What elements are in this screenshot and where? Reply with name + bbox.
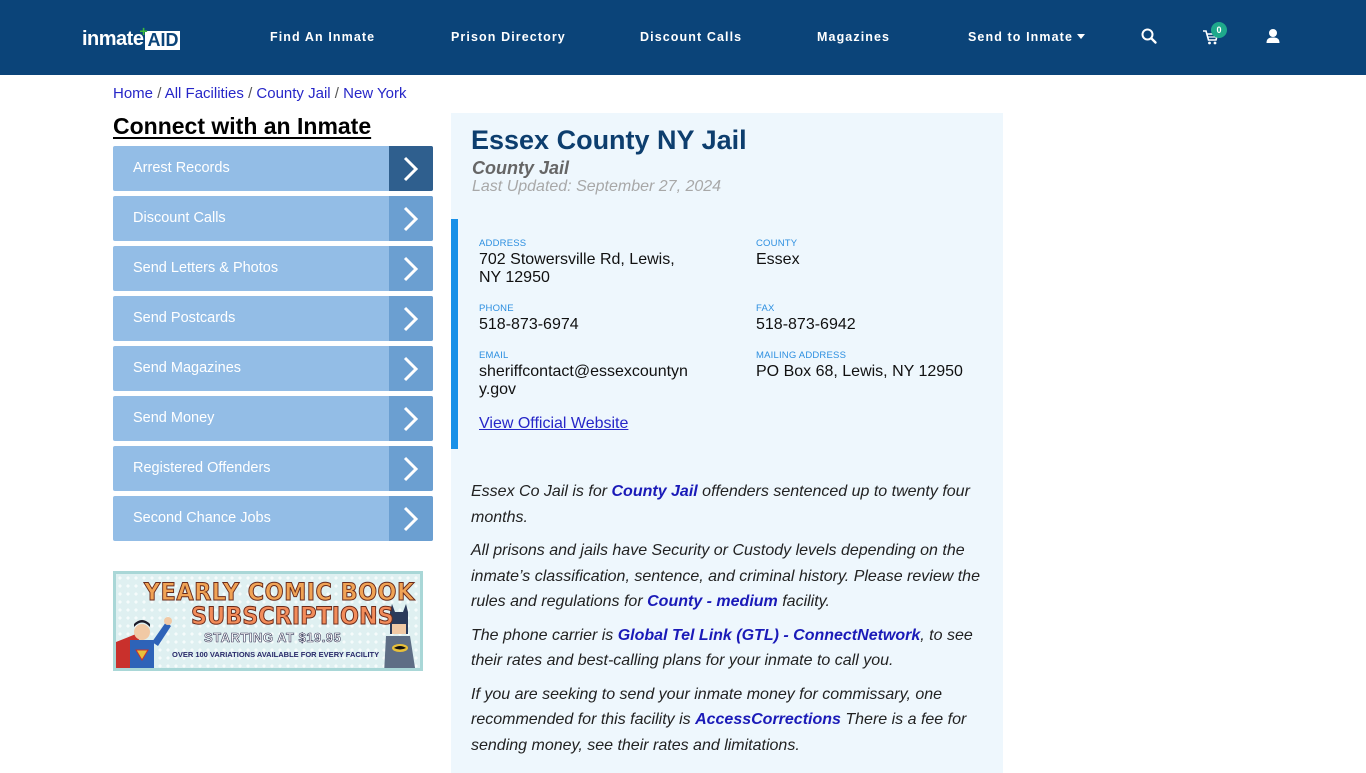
superhero-illustration-icon (116, 617, 172, 668)
chevron-right-icon (389, 246, 433, 291)
comic-subscription-ad-banner[interactable]: YEARLY COMIC BOOK SUBSCRIPTIONS STARTING… (113, 571, 423, 671)
facility-contact-info: ADDRESS 702 Stowersville Rd, Lewis, NY 1… (451, 219, 1003, 449)
fax-value: 518-873-6942 (756, 316, 856, 333)
sidebar-item-registered-offenders[interactable]: Registered Offenders (113, 446, 433, 491)
email-field: EMAIL sheriffcontact@essexcountyny.gov (479, 350, 694, 399)
phone-label: PHONE (479, 303, 514, 314)
fax-field: FAX 518-873-6942 (756, 303, 976, 334)
logo-text-aid: + AID (139, 23, 181, 50)
breadcrumb-home[interactable]: Home (113, 85, 153, 102)
sidebar-item-discount-calls[interactable]: Discount Calls (113, 196, 433, 241)
sidebar-item-second-chance-jobs[interactable]: Second Chance Jobs (113, 496, 433, 541)
mailing-address-label: MAILING ADDRESS (756, 350, 847, 361)
nav-send-to-inmate[interactable]: Send to Inmate (968, 30, 1085, 44)
sidebar-item-label: Second Chance Jobs (133, 510, 271, 526)
fax-label: FAX (756, 303, 775, 314)
search-icon[interactable] (1139, 26, 1161, 48)
chevron-right-icon (389, 196, 433, 241)
breadcrumb-separator: / (334, 85, 344, 102)
sidebar-item-label: Send Magazines (133, 360, 242, 376)
mailing-address-field: MAILING ADDRESS PO Box 68, Lewis, NY 129… (756, 350, 996, 381)
description-paragraph: If you are seeking to send your inmate m… (471, 685, 967, 754)
breadcrumb-county-jail[interactable]: County Jail (256, 85, 330, 102)
email-value: sheriffcontact@essexcountyny.gov (479, 363, 688, 398)
sidebar-item-label: Send Postcards (133, 310, 236, 326)
mailing-address-value: PO Box 68, Lewis, NY 12950 (756, 363, 963, 380)
user-icon[interactable] (1262, 26, 1284, 48)
sidebar-item-label: Discount Calls (133, 210, 226, 226)
address-value: 702 Stowersville Rd, Lewis, NY 12950 (479, 251, 675, 286)
sidebar-item-arrest-records[interactable]: Arrest Records (113, 146, 433, 191)
sidebar-item-send-postcards[interactable]: Send Postcards (113, 296, 433, 341)
phone-carrier-link[interactable]: Global Tel Link (GTL) - ConnectNetwork (618, 627, 921, 644)
sidebar-item-send-letters-photos[interactable]: Send Letters & Photos (113, 246, 433, 291)
phone-field: PHONE 518-873-6974 (479, 303, 699, 334)
county-jail-link[interactable]: County Jail (611, 483, 697, 500)
county-field: COUNTY Essex (756, 238, 976, 269)
address-field: ADDRESS 702 Stowersville Rd, Lewis, NY 1… (479, 238, 699, 287)
nav-discount-calls[interactable]: Discount Calls (640, 30, 742, 44)
phone-value: 518-873-6974 (479, 316, 579, 333)
facility-type: County Jail (472, 158, 570, 178)
breadcrumb: Home / All Facilities / County Jail / Ne… (113, 85, 407, 102)
nav-find-an-inmate[interactable]: Find An Inmate (270, 30, 375, 44)
description-paragraph: All prisons and jails have Security or C… (471, 542, 980, 610)
chevron-right-icon (389, 496, 433, 541)
county-value: Essex (756, 251, 800, 268)
logo-text-inmate: inmate (82, 28, 144, 50)
ad-headline-2: SUBSCRIPTIONS (191, 602, 395, 631)
chevron-right-icon (389, 346, 433, 391)
nav-magazines[interactable]: Magazines (817, 30, 890, 44)
sidebar-item-label: Arrest Records (133, 160, 230, 176)
breadcrumb-all-facilities[interactable]: All Facilities (165, 85, 244, 102)
view-official-website-link[interactable]: View Official Website (479, 415, 628, 433)
sidebar-item-send-magazines[interactable]: Send Magazines (113, 346, 433, 391)
sidebar-menu: Arrest Records Discount Calls Send Lette… (113, 146, 433, 546)
breadcrumb-new-york[interactable]: New York (343, 85, 406, 102)
chevron-right-icon (389, 296, 433, 341)
top-navigation-bar: inmate + AID Find An Inmate Prison Direct… (0, 0, 1366, 75)
facility-description: Essex Co Jail is for County Jail offende… (471, 479, 991, 766)
chevron-right-icon (389, 446, 433, 491)
cart-count-badge: 0 (1211, 22, 1227, 38)
sidebar-item-label: Registered Offenders (133, 460, 271, 476)
sidebar-title: Connect with an Inmate (113, 113, 372, 139)
plus-icon: + (139, 23, 148, 39)
last-updated: Last Updated: September 27, 2024 (472, 178, 722, 195)
sidebar-item-send-money[interactable]: Send Money (113, 396, 433, 441)
sidebar-item-label: Send Money (133, 410, 215, 426)
chevron-right-icon (389, 396, 433, 441)
county-label: COUNTY (756, 238, 798, 249)
caret-down-icon (1077, 34, 1085, 39)
ad-price-text: STARTING AT $19.95 (204, 630, 342, 646)
ad-subtext: OVER 100 VARIATIONS AVAILABLE FOR EVERY … (172, 650, 380, 659)
chevron-right-icon (389, 146, 433, 191)
sidebar-item-label: Send Letters & Photos (133, 260, 279, 276)
address-label: ADDRESS (479, 238, 527, 249)
facility-title: Essex County NY Jail (471, 125, 747, 155)
facility-details-panel: Essex County NY Jail County Jail Last Up… (451, 113, 1003, 773)
breadcrumb-separator: / (157, 85, 165, 102)
security-level-link[interactable]: County - medium (647, 593, 778, 610)
description-paragraph: The phone carrier is Global Tel Link (GT… (471, 626, 973, 670)
description-paragraph: Essex Co Jail is for County Jail offende… (471, 483, 970, 526)
email-label: EMAIL (479, 350, 509, 361)
inmateaid-logo[interactable]: inmate + AID (82, 23, 181, 50)
nav-prison-directory[interactable]: Prison Directory (451, 30, 566, 44)
money-provider-link[interactable]: AccessCorrections (695, 711, 841, 728)
